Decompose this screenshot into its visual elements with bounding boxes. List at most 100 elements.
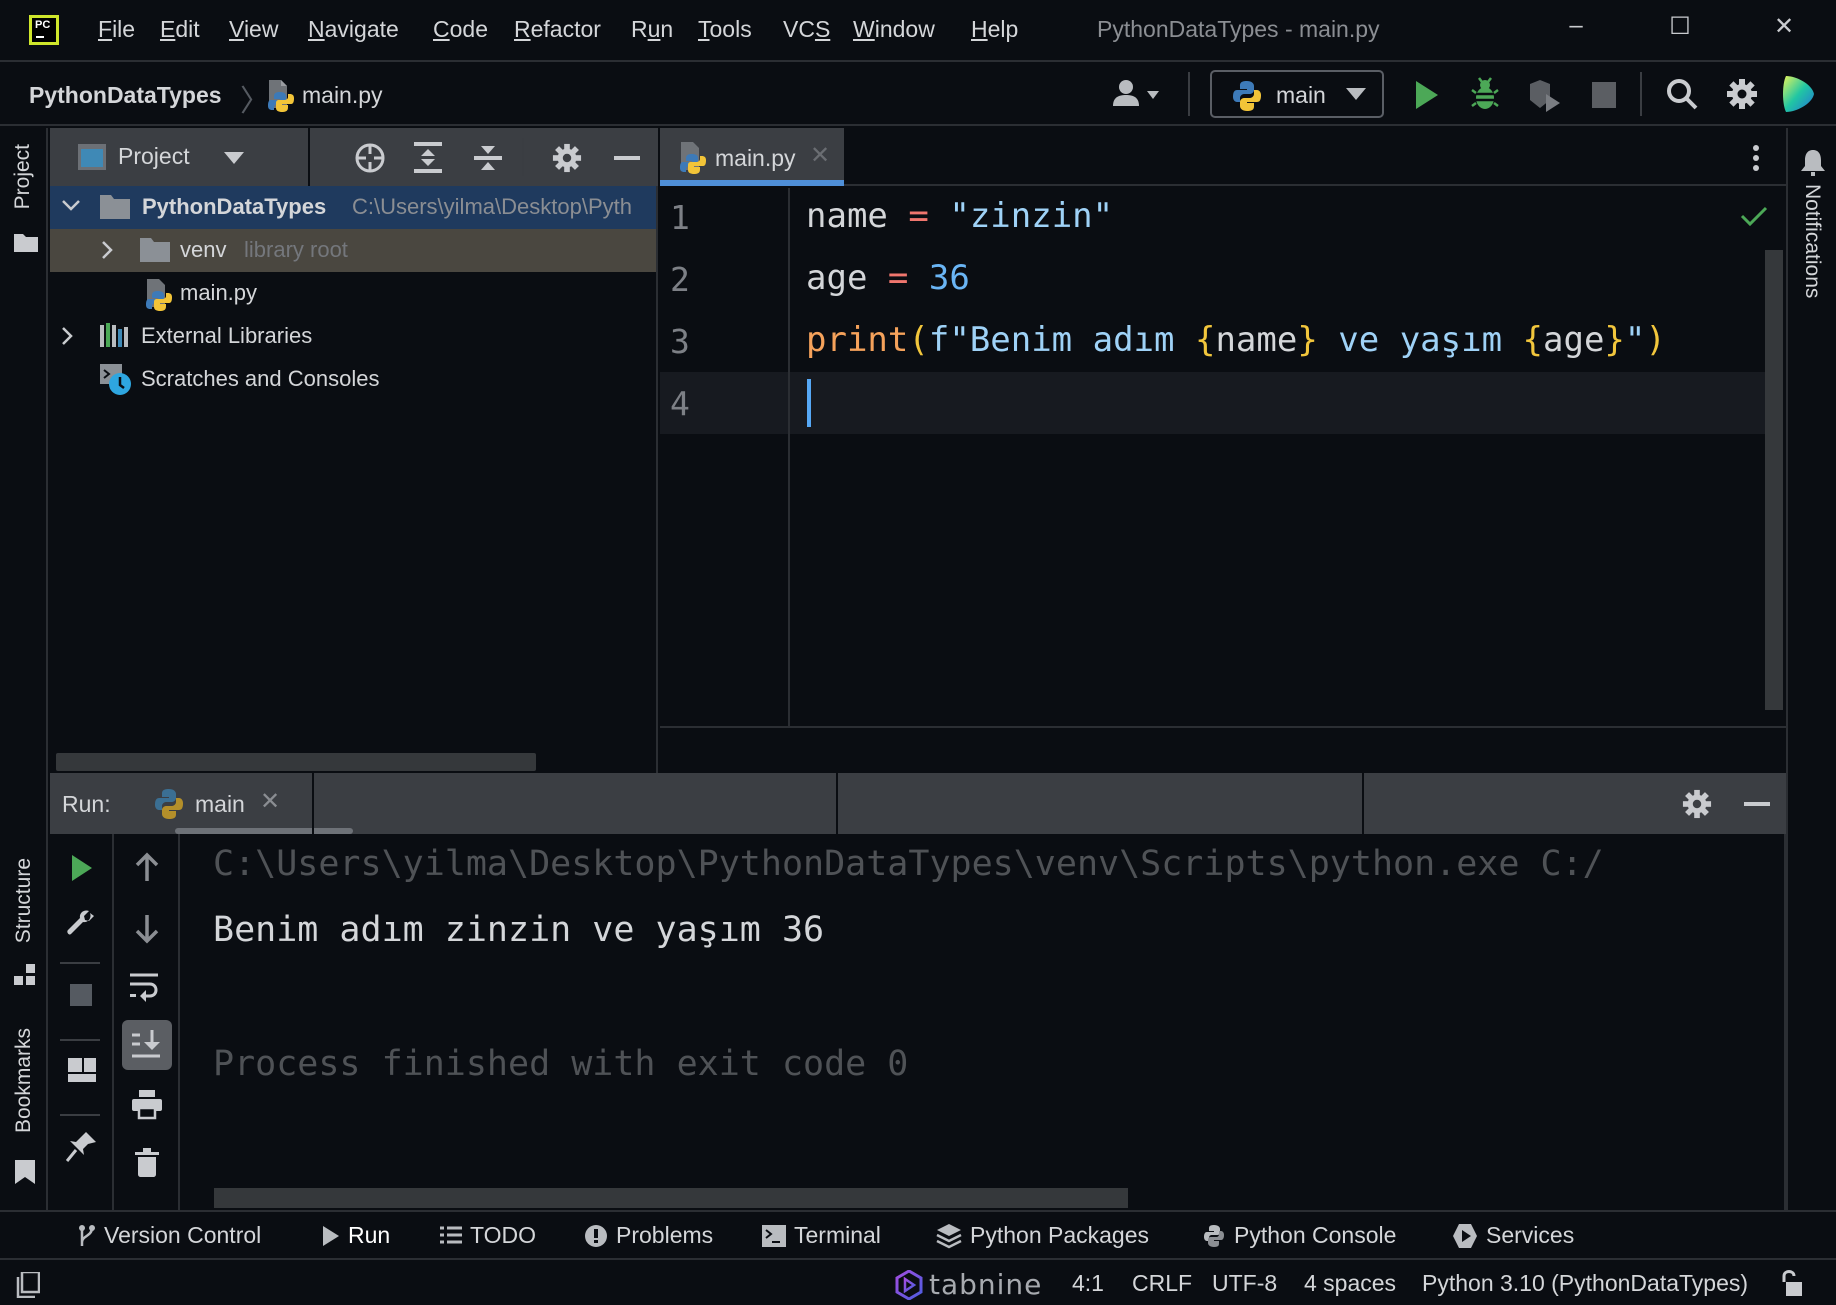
debug-icon[interactable] [1470, 76, 1500, 112]
chevron-right-icon[interactable] [62, 327, 74, 345]
editor-vertical-scrollbar[interactable] [1765, 250, 1783, 710]
tool-window-version-control[interactable]: Version Control [78, 1222, 261, 1249]
layout-icon[interactable] [68, 1058, 96, 1082]
print-icon[interactable] [132, 1090, 162, 1120]
run-with-coverage-icon[interactable] [1528, 78, 1564, 112]
menu-run[interactable]: Run [631, 16, 673, 43]
close-run-tab-icon[interactable]: ✕ [260, 787, 280, 816]
run-toolbar-secondary [114, 834, 180, 1210]
editor-tab-main-py[interactable]: main.py ✕ [660, 128, 844, 186]
trash-icon[interactable] [135, 1148, 159, 1178]
tree-item-label: Scratches and Consoles [141, 366, 380, 391]
tool-window-problems[interactable]: Problems [584, 1222, 713, 1249]
tool-window-todo[interactable]: TODO [440, 1222, 536, 1249]
status-bar: tabnine 4:1 CRLF UTF-8 4 spaces Python 3… [0, 1262, 1836, 1305]
tool-window-services[interactable]: Services [1452, 1222, 1574, 1249]
tree-item-venv[interactable]: venv library root [50, 229, 656, 272]
breadcrumb-file[interactable]: main.py [302, 82, 383, 109]
account-icon[interactable] [1110, 78, 1160, 110]
tool-window-python-console[interactable]: Python Console [1202, 1222, 1396, 1249]
code-token: = [887, 258, 909, 298]
hide-panel-icon[interactable] [614, 156, 640, 160]
soft-wrap-icon[interactable] [130, 972, 162, 1004]
jetbrains-toolbox-icon[interactable] [1782, 74, 1816, 114]
toggle-tool-windows-icon[interactable] [16, 1272, 40, 1298]
settings-icon[interactable] [552, 143, 582, 173]
tree-item-scratches[interactable]: Scratches and Consoles [50, 358, 656, 401]
chevron-down-icon[interactable] [224, 152, 244, 166]
line-number: 3 [670, 322, 690, 361]
code-token: { [1194, 320, 1216, 360]
search-icon[interactable] [1666, 78, 1698, 110]
toolbar-divider [1188, 72, 1190, 116]
tool-window-terminal[interactable]: Terminal [762, 1222, 881, 1249]
header-divider [836, 773, 838, 834]
breadcrumb-project[interactable]: PythonDataTypes [29, 82, 222, 109]
project-panel-header: Project [50, 128, 658, 186]
menu-vcs[interactable]: VCS [783, 16, 830, 43]
menu-refactor[interactable]: Refactor [514, 16, 601, 43]
maximize-button[interactable]: ☐ [1660, 12, 1700, 48]
menu-code[interactable]: Code [433, 16, 488, 43]
python-interpreter[interactable]: Python 3.10 (PythonDataTypes) [1422, 1270, 1748, 1297]
bookmarks-tool-tab[interactable]: Bookmarks [12, 1028, 36, 1133]
unlock-icon[interactable] [1780, 1270, 1804, 1298]
hide-panel-icon[interactable] [1744, 802, 1770, 806]
code-token: } [1604, 320, 1625, 360]
tabnine-status[interactable]: tabnine [895, 1268, 1042, 1301]
code-token: ) [1645, 320, 1666, 360]
minimize-button[interactable]: – [1556, 12, 1596, 48]
run-configuration-select[interactable]: main [1210, 70, 1384, 118]
menu-navigate[interactable]: Navigate [308, 16, 399, 43]
toolbar-divider [1640, 72, 1642, 116]
menu-tools[interactable]: Tools [698, 16, 752, 43]
menu-edit[interactable]: Edit [160, 16, 200, 43]
menu-file[interactable]: File [98, 16, 135, 43]
collapse-all-icon[interactable] [474, 142, 502, 174]
menu-view[interactable]: View [229, 16, 278, 43]
code-token: = [908, 196, 929, 236]
menu-help[interactable]: Help [971, 16, 1018, 43]
chevron-down-icon[interactable] [62, 200, 80, 212]
tree-item-main-py[interactable]: main.py [50, 272, 656, 315]
arrow-up-icon[interactable] [134, 852, 160, 882]
run-icon[interactable] [1414, 80, 1440, 110]
menu-window[interactable]: Window [853, 16, 935, 43]
structure-tool-tab-label: Structure [12, 858, 35, 944]
project-panel-title[interactable]: Project [118, 143, 190, 170]
chevron-right-icon[interactable] [102, 241, 114, 259]
pin-icon[interactable] [66, 1130, 98, 1162]
locate-icon[interactable] [354, 142, 386, 174]
settings-icon[interactable] [1682, 789, 1712, 819]
rerun-icon[interactable] [70, 854, 94, 882]
stop-icon[interactable] [70, 984, 92, 1006]
tool-window-run[interactable]: Run [322, 1222, 390, 1249]
scroll-to-end-button[interactable] [122, 1020, 172, 1070]
structure-tool-tab[interactable]: Structure [12, 858, 36, 943]
run-icon [323, 1225, 339, 1246]
notifications-tool-tab[interactable]: Notifications [1800, 184, 1824, 298]
indent-setting[interactable]: 4 spaces [1304, 1270, 1396, 1297]
inspection-ok-icon[interactable] [1740, 206, 1768, 228]
arrow-down-icon[interactable] [134, 914, 160, 944]
tool-window-python-packages[interactable]: Python Packages [936, 1222, 1149, 1249]
caret-position[interactable]: 4:1 [1072, 1270, 1104, 1297]
settings-icon[interactable] [1726, 78, 1758, 110]
tree-item-external-libraries[interactable]: External Libraries [50, 315, 656, 358]
close-tab-icon[interactable]: ✕ [810, 141, 830, 170]
run-toolbar-primary [50, 834, 114, 1210]
close-window-button[interactable]: ✕ [1764, 12, 1804, 48]
project-tool-tab[interactable]: Project [11, 144, 35, 209]
stop-icon[interactable] [1592, 82, 1616, 108]
code-editor[interactable]: 1 2 3 4 name = "zinzin" age = 36 print(f… [660, 188, 1786, 728]
line-separator[interactable]: CRLF [1132, 1270, 1192, 1297]
more-options-icon[interactable] [1752, 144, 1760, 172]
tree-item-project-root[interactable]: PythonDataTypes C:\Users\yilma\Desktop\P… [50, 186, 656, 229]
services-icon [1453, 1223, 1477, 1248]
expand-all-icon[interactable] [414, 142, 442, 174]
wrench-icon[interactable] [66, 910, 96, 940]
file-encoding[interactable]: UTF-8 [1212, 1270, 1277, 1297]
console-horizontal-scrollbar[interactable] [214, 1188, 1128, 1208]
project-horizontal-scrollbar[interactable] [56, 753, 536, 771]
